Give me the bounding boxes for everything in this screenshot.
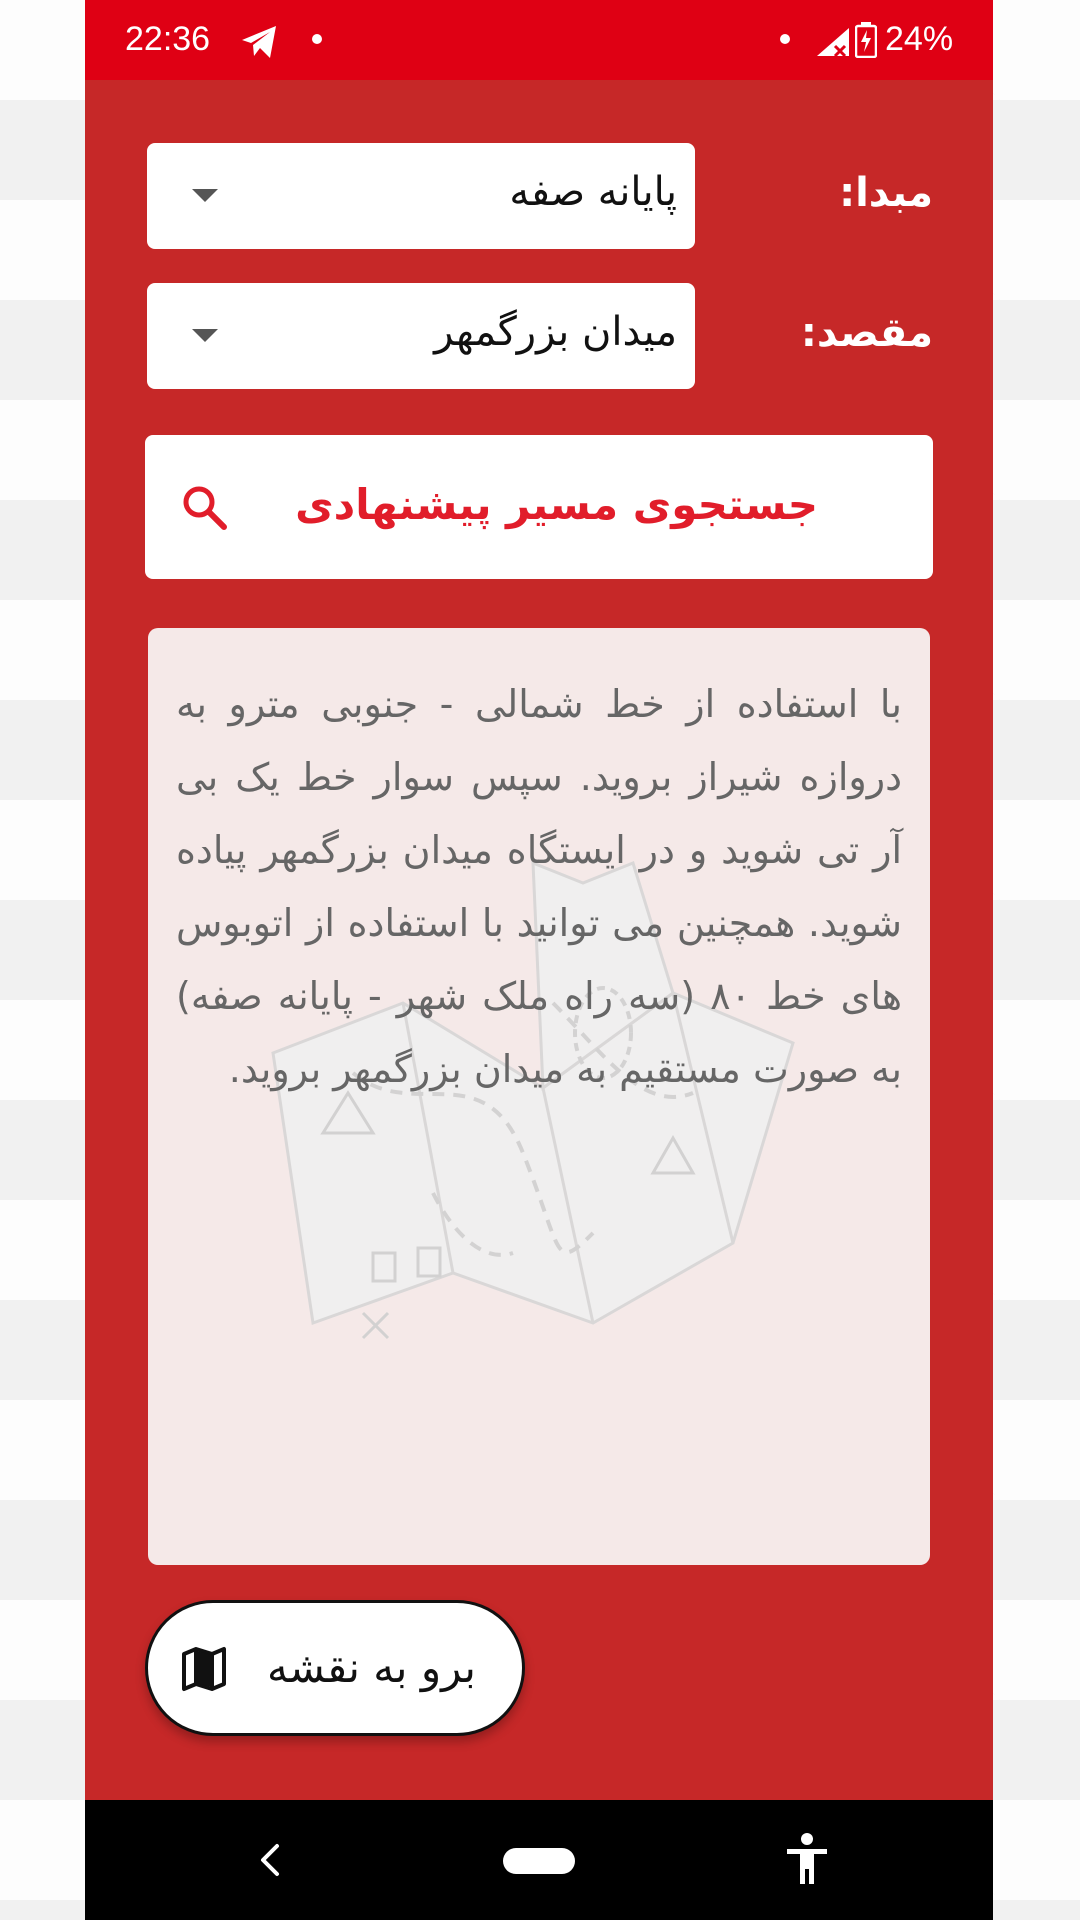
go-to-map-label: برو به نقشه xyxy=(267,1643,476,1692)
notification-dot-icon xyxy=(780,34,790,44)
destination-label: مقصد: xyxy=(800,310,933,356)
chevron-down-icon xyxy=(192,329,218,342)
signal-icon xyxy=(817,28,849,58)
map-icon xyxy=(182,1647,226,1691)
telegram-icon xyxy=(242,26,276,58)
destination-select[interactable]: میدان بزرگمهر xyxy=(147,283,695,389)
battery-percentage: 24% xyxy=(885,20,954,58)
go-to-map-button[interactable]: برو به نقشه xyxy=(145,1600,525,1736)
chevron-down-icon xyxy=(192,189,218,202)
navigation-bar xyxy=(85,1800,993,1920)
origin-select-value: پایانه صفه xyxy=(509,169,677,215)
status-time: 22:36 xyxy=(125,20,211,58)
search-icon xyxy=(183,486,227,530)
route-info-panel: با استفاده از خط شمالی - جنوبی مترو به د… xyxy=(148,628,930,1565)
origin-select[interactable]: پایانه صفه xyxy=(147,143,695,249)
app-screen: 22:36 24% مبدا: پایانه صفه مقصد: میدان ب… xyxy=(85,0,993,1920)
origin-label: مبدا: xyxy=(839,170,933,216)
search-route-button[interactable]: جستجوی مسیر پیشنهادی xyxy=(145,435,933,579)
search-route-label: جستجوی مسیر پیشنهادی xyxy=(295,480,818,529)
back-icon[interactable] xyxy=(255,1840,285,1880)
accessibility-icon[interactable] xyxy=(785,1832,829,1886)
destination-select-value: میدان بزرگمهر xyxy=(434,309,677,355)
notification-dot-icon xyxy=(312,34,322,44)
battery-charging-icon xyxy=(855,22,877,58)
home-button[interactable] xyxy=(503,1848,575,1874)
route-description-text: با استفاده از خط شمالی - جنوبی مترو به د… xyxy=(176,682,902,1091)
status-bar: 22:36 24% xyxy=(85,0,993,80)
